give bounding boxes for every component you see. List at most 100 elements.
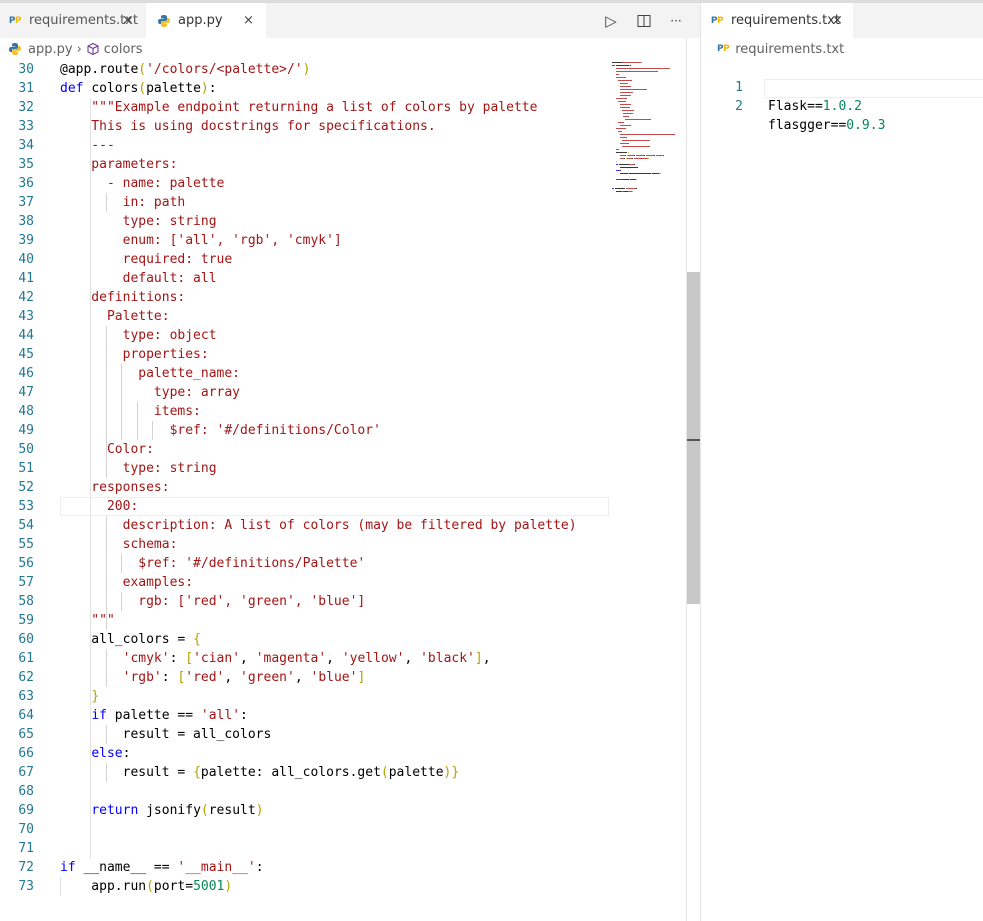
code-token: ( [200, 803, 209, 818]
minimap-segment [616, 149, 619, 150]
code-token: Palette: [60, 309, 170, 324]
minimap-segment [612, 188, 614, 189]
breadcrumb: app.py › colors [8, 38, 143, 60]
code-token: ( [146, 879, 154, 894]
line-number: 58 [18, 594, 34, 609]
tab-requirements-txt-right[interactable]: PP requirements.txt × [701, 3, 853, 38]
code-token: - name: palette [60, 176, 225, 191]
line-number: 54 [18, 518, 34, 533]
breadcrumb-file[interactable]: app.py [28, 42, 73, 57]
line-number: 49 [18, 423, 34, 438]
version-number: 1.0.2 [822, 99, 862, 114]
code-text: - name: palette [60, 174, 224, 193]
line-number: 68 [18, 784, 34, 799]
minimap-segment [663, 155, 664, 156]
code-line: 52 responses: [0, 478, 610, 497]
line-number: 62 [18, 670, 34, 685]
line-number: 56 [18, 556, 34, 571]
cube-icon [87, 42, 99, 56]
minimap-segment [622, 146, 650, 147]
chevron-right-icon: › [76, 41, 82, 57]
line-number: 53 [18, 499, 34, 514]
code-line: 58 rgb: ['red', 'green', 'blue'] [0, 592, 610, 611]
minimap-segment [634, 164, 635, 165]
right-editor[interactable]: PP requirements.txt 1 Flask==1.0.2 2 fla… [701, 38, 983, 921]
minimap-segment [620, 143, 629, 144]
code-token: ( [138, 81, 147, 96]
minimap-segment [620, 170, 621, 171]
minimap-segment [636, 188, 637, 189]
code-line: 43 Palette: [0, 307, 610, 326]
code-line: 55 schema: [0, 535, 610, 554]
minimap-segment [654, 155, 655, 156]
tab-label: requirements.txt [731, 13, 841, 28]
code-text: 200: [60, 497, 138, 516]
minimap-segment [616, 68, 670, 69]
minimap-segment [616, 71, 658, 72]
code-line: 72 if __name__ == '__main__': [0, 858, 610, 877]
minimap[interactable] [612, 60, 684, 210]
code-text: required: true [60, 250, 233, 269]
line-number: 67 [18, 765, 34, 780]
run-icon[interactable]: ▷ [600, 3, 622, 38]
split-editor-icon[interactable] [633, 3, 655, 38]
code-token: --- [60, 138, 115, 153]
minimap-segment [622, 65, 629, 66]
code-token: : [240, 708, 248, 723]
code-text: $ref: '#/definitions/Palette' [60, 554, 365, 573]
line-number: 48 [18, 404, 34, 419]
more-actions-icon[interactable]: ··· [664, 3, 688, 38]
code-token: type: string [60, 214, 217, 229]
code-token: palette_name: [60, 366, 241, 381]
code-line: 39 enum: ['all', 'rgb', 'cmyk'] [0, 231, 610, 250]
tab-app-py[interactable]: app.py × [146, 3, 266, 38]
minimap-segment [634, 155, 635, 156]
minimap-segment [616, 74, 619, 75]
code-line: 57 examples: [0, 573, 610, 592]
code-line: 37 in: path [0, 193, 610, 212]
breadcrumb-file[interactable]: requirements.txt [735, 42, 844, 57]
minimap-segment [624, 158, 625, 159]
code-line: 69 return jsonify(result) [0, 801, 610, 820]
scrollbar-thumb[interactable] [687, 272, 700, 604]
code-line: 33 This is using docstrings for specific… [0, 117, 610, 136]
code-token: { [193, 632, 201, 647]
code-token: , [482, 651, 491, 666]
line-number: 65 [18, 727, 34, 742]
code-token: parameters: [60, 157, 178, 172]
code-token: : [122, 746, 131, 761]
line-number: 38 [18, 214, 34, 229]
breadcrumb: PP requirements.txt [717, 38, 844, 60]
tab-requirements-txt[interactable]: PP requirements.txt × [0, 3, 146, 38]
code-token: 'cmyk' [122, 651, 170, 666]
pip-icon: PP [717, 44, 730, 54]
breadcrumb-symbol[interactable]: colors [104, 42, 143, 57]
minimap-segment [616, 128, 626, 129]
minimap-segment [623, 113, 633, 114]
minimap-segment [648, 158, 649, 159]
code-line: 41 default: all [0, 269, 610, 288]
close-icon[interactable]: × [243, 13, 254, 28]
minimap-segment [641, 62, 642, 63]
code-token: palette: all_colors.get [200, 765, 381, 780]
code-text: examples: [60, 573, 193, 592]
line-number: 61 [18, 651, 34, 666]
code-line: 38 type: string [0, 212, 610, 231]
minimap-segment [623, 116, 629, 117]
code-line: 1 Flask==1.0.2 [701, 59, 983, 114]
close-icon[interactable]: × [832, 13, 843, 28]
minimap-segment [612, 65, 615, 66]
minimap-segment [630, 65, 631, 66]
minimap-segment [636, 179, 637, 180]
package-name: Flask [768, 99, 808, 114]
code-line: 45 properties: [0, 345, 610, 364]
close-icon[interactable]: × [122, 13, 133, 28]
minimap-segment [626, 188, 636, 189]
code-token: colors [91, 81, 139, 96]
line-number: 39 [18, 233, 34, 248]
code-token: [ [185, 651, 194, 666]
code-line: 30 @app.route('/colors/<palette>/') [0, 60, 610, 79]
